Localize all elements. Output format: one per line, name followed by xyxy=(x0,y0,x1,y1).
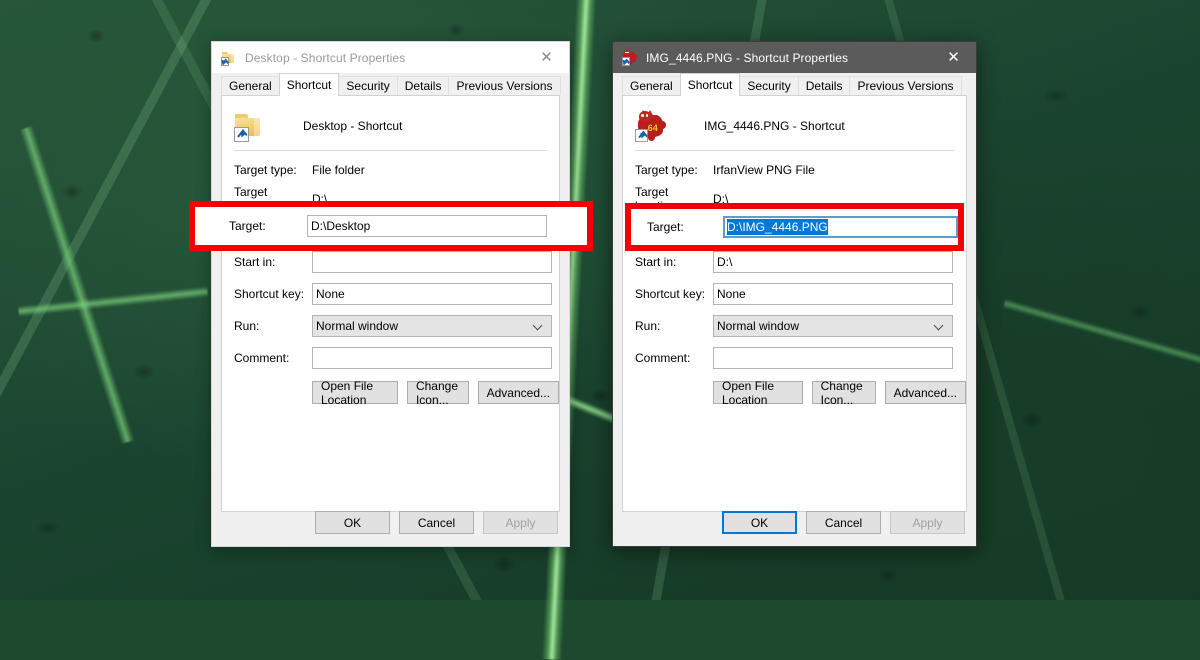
run-label: Run: xyxy=(635,319,661,333)
dialog-footer: OK Cancel Apply xyxy=(212,499,569,546)
leaf-background xyxy=(0,0,1200,600)
shortcut-key-row: Shortcut key: None xyxy=(222,283,559,305)
start-in-label: Start in: xyxy=(234,255,276,269)
shortcut-key-label: Shortcut key: xyxy=(234,287,305,301)
chevron-down-icon xyxy=(533,320,545,332)
tab-previous-versions[interactable]: Previous Versions xyxy=(448,76,561,95)
shortcut-tab-panel: Desktop - Shortcut Target type: File fol… xyxy=(221,95,560,512)
tabstrip: General Shortcut Security Details Previo… xyxy=(212,73,569,96)
tab-shortcut[interactable]: Shortcut xyxy=(278,73,340,96)
target-type-label: Target type: xyxy=(234,163,297,177)
start-in-input[interactable]: D:\ xyxy=(713,251,953,273)
start-in-row: Start in: xyxy=(222,251,559,273)
target-type-value: IrfanView PNG File xyxy=(713,163,815,177)
run-select[interactable]: Normal window xyxy=(312,315,552,337)
comment-label: Comment: xyxy=(635,351,691,365)
run-row: Run: Normal window xyxy=(222,315,559,337)
tab-previous-versions[interactable]: Previous Versions xyxy=(849,76,962,95)
close-icon[interactable]: ✕ xyxy=(931,42,976,73)
titlebar[interactable]: Desktop - Shortcut Properties ✕ xyxy=(212,42,569,73)
comment-row: Comment: xyxy=(623,347,966,369)
run-row: Run: Normal window xyxy=(623,315,966,337)
shortcut-action-buttons: Open File Location Change Icon... Advanc… xyxy=(623,379,966,407)
tab-general[interactable]: General xyxy=(221,76,280,95)
tab-details[interactable]: Details xyxy=(797,76,851,95)
start-in-label: Start in: xyxy=(635,255,677,269)
irfanview-shortcut-icon: 64 xyxy=(635,110,667,142)
shortcut-action-buttons: Open File Location Change Icon... Advanc… xyxy=(222,379,559,407)
shortcut-key-label: Shortcut key: xyxy=(635,287,706,301)
shortcut-name: Desktop - Shortcut xyxy=(303,119,403,133)
irfanview-shortcut-icon xyxy=(622,49,638,66)
dialog-footer: OK Cancel Apply xyxy=(613,499,976,546)
comment-input[interactable] xyxy=(713,347,953,369)
chevron-down-icon xyxy=(934,320,946,332)
target-type-row: Target type: File folder xyxy=(222,160,559,180)
target-input[interactable]: D:\IMG_4446.PNG xyxy=(723,216,958,238)
window-title: IMG_4446.PNG - Shortcut Properties xyxy=(646,50,849,65)
open-file-location-button[interactable]: Open File Location xyxy=(713,379,803,407)
change-icon-button[interactable]: Change Icon... xyxy=(406,379,469,407)
img-4446-shortcut-properties-dialog: IMG_4446.PNG - Shortcut Properties ✕ Gen… xyxy=(612,41,977,547)
advanced-button[interactable]: Advanced... xyxy=(884,381,966,404)
comment-input[interactable] xyxy=(312,347,552,369)
shortcut-name: IMG_4446.PNG - Shortcut xyxy=(704,119,845,133)
run-select[interactable]: Normal window xyxy=(713,315,953,337)
run-selected-value: Normal window xyxy=(717,319,800,333)
shortcut-key-input[interactable]: None xyxy=(312,283,552,305)
tab-security[interactable]: Security xyxy=(338,76,398,95)
header-divider xyxy=(635,150,954,151)
header-divider xyxy=(234,150,547,151)
run-selected-value: Normal window xyxy=(316,319,399,333)
apply-button: Apply xyxy=(890,511,965,534)
start-in-row: Start in: D:\ xyxy=(623,251,966,273)
tab-details[interactable]: Details xyxy=(396,76,450,95)
cancel-button[interactable]: Cancel xyxy=(806,511,881,534)
shortcut-key-input[interactable]: None xyxy=(713,283,953,305)
comment-row: Comment: xyxy=(222,347,559,369)
tab-security[interactable]: Security xyxy=(739,76,799,95)
desktop-shortcut-properties-dialog: Desktop - Shortcut Properties ✕ General … xyxy=(211,41,570,547)
cancel-button[interactable]: Cancel xyxy=(399,511,474,534)
advanced-button[interactable]: Advanced... xyxy=(477,381,559,404)
close-icon[interactable]: ✕ xyxy=(524,42,569,73)
open-file-location-button[interactable]: Open File Location xyxy=(312,379,398,407)
shortcut-key-row: Shortcut key: None xyxy=(623,283,966,305)
ok-button[interactable]: OK xyxy=(722,511,797,534)
target-type-value: File folder xyxy=(312,163,365,177)
target-label: Target: xyxy=(229,219,266,233)
change-icon-button[interactable]: Change Icon... xyxy=(811,379,876,407)
comment-label: Comment: xyxy=(234,351,290,365)
tab-general[interactable]: General xyxy=(622,76,681,95)
target-selected-text: D:\IMG_4446.PNG xyxy=(727,219,828,235)
icon-badge-64: 64 xyxy=(647,123,658,134)
annotation-rectangle-target-right: Target: D:\IMG_4446.PNG xyxy=(625,203,964,251)
annotation-rectangle-target-left: Target: D:\Desktop xyxy=(189,201,593,251)
tabstrip: General Shortcut Security Details Previo… xyxy=(613,73,976,96)
target-type-label: Target type: xyxy=(635,163,698,177)
run-label: Run: xyxy=(234,319,260,333)
shortcut-header: Desktop - Shortcut xyxy=(222,96,559,144)
tab-shortcut[interactable]: Shortcut xyxy=(679,73,741,96)
ok-button[interactable]: OK xyxy=(315,511,390,534)
folder-shortcut-icon xyxy=(234,110,266,142)
titlebar[interactable]: IMG_4446.PNG - Shortcut Properties ✕ xyxy=(613,42,976,73)
shortcut-header: 64 IMG_4446.PNG - Shortcut xyxy=(623,96,966,144)
folder-shortcut-icon xyxy=(221,50,237,66)
start-in-input[interactable] xyxy=(312,251,552,273)
shortcut-tab-panel: 64 IMG_4446.PNG - Shortcut Target type: … xyxy=(622,95,967,512)
target-label: Target: xyxy=(647,220,684,234)
target-type-row: Target type: IrfanView PNG File xyxy=(623,160,966,180)
target-input[interactable]: D:\Desktop xyxy=(307,215,547,237)
apply-button: Apply xyxy=(483,511,558,534)
window-title: Desktop - Shortcut Properties xyxy=(245,50,406,65)
